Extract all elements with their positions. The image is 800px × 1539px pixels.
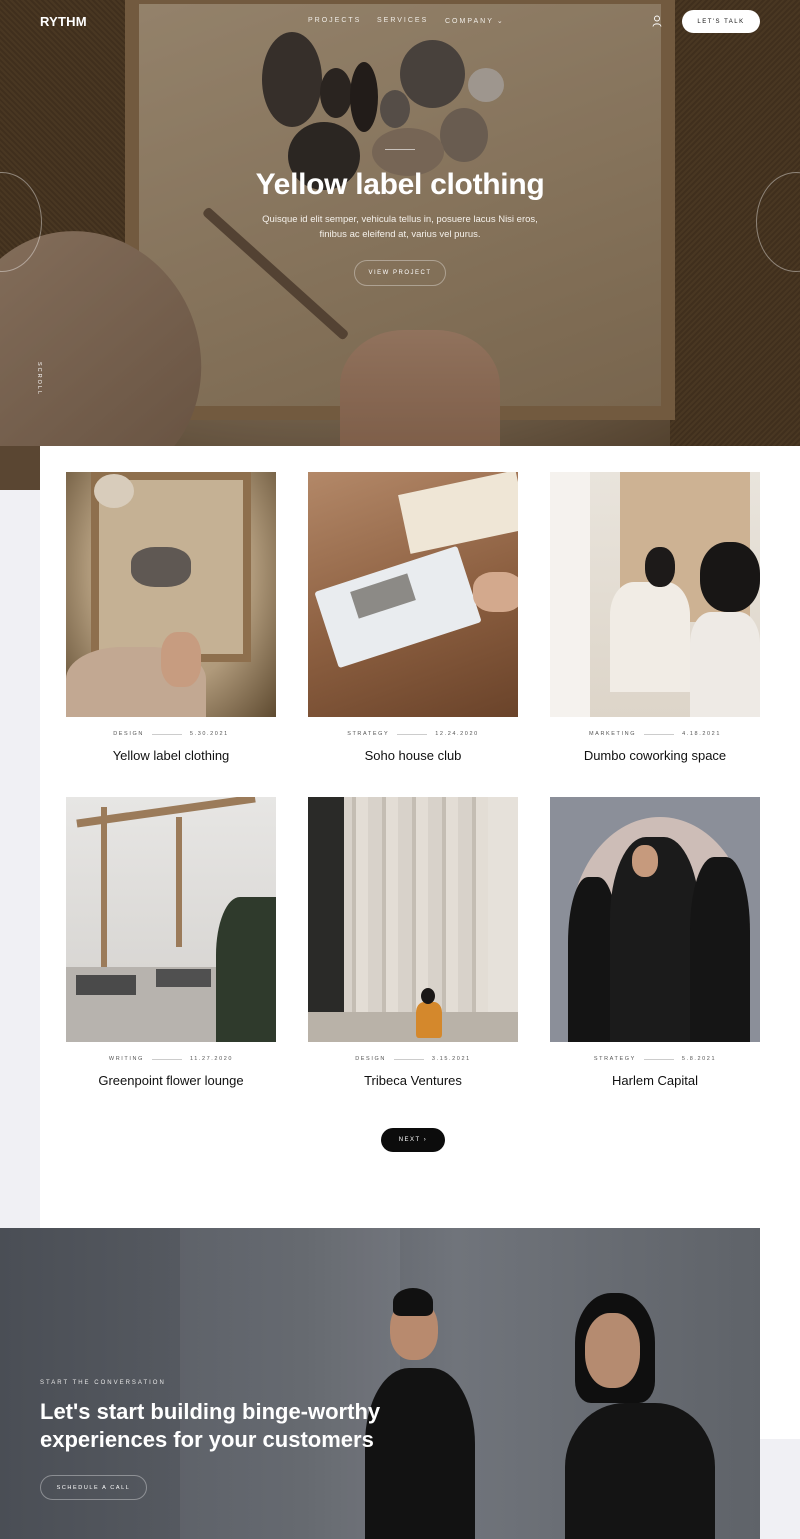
project-image[interactable]: [550, 797, 760, 1042]
meta-divider: [643, 1058, 674, 1060]
meta-divider: [151, 1058, 182, 1060]
scroll-indicator[interactable]: SCROLL: [36, 362, 42, 396]
nav-company-label: COMPANY: [445, 18, 494, 25]
project-date: 12.24.2020: [435, 731, 479, 737]
bottom-grey-panel: [760, 1439, 800, 1539]
project-date: 4.18.2021: [682, 731, 721, 737]
project-category: DESIGN: [113, 731, 144, 737]
project-title[interactable]: Dumbo coworking space: [550, 748, 760, 763]
project-image[interactable]: [550, 472, 760, 717]
project-title[interactable]: Tribeca Ventures: [308, 1073, 518, 1088]
nav-projects[interactable]: PROJECTS: [308, 17, 361, 24]
project-image[interactable]: [66, 797, 276, 1042]
logo[interactable]: RYTHM: [40, 14, 87, 29]
hero-divider: [385, 149, 415, 150]
meta-divider: [393, 1058, 424, 1060]
nav-services[interactable]: SERVICES: [377, 17, 428, 24]
project-date: 5.30.2021: [189, 731, 229, 737]
top-nav: RYTHM PROJECTS SERVICES COMPANY ⌄ LET'S T…: [0, 0, 800, 44]
cta-person-right: [565, 1293, 715, 1539]
project-meta: DESIGN 3.15.2021: [308, 1056, 518, 1062]
project-meta: MARKETING 4.18.2021: [550, 731, 760, 737]
project-category: STRATEGY: [593, 1056, 636, 1062]
project-card[interactable]: STRATEGY 5.8.2021 Harlem Capital: [550, 797, 760, 1088]
project-date: 5.8.2021: [681, 1056, 717, 1062]
project-card[interactable]: DESIGN 3.15.2021 Tribeca Ventures: [308, 797, 518, 1088]
project-card[interactable]: DESIGN 5.30.2021 Yellow label clothing: [66, 472, 276, 763]
project-date: 11.27.2020: [189, 1056, 234, 1062]
next-page-button[interactable]: NEXT ›: [381, 1128, 445, 1152]
hero-subtitle: Quisque id elit semper, vehicula tellus …: [262, 214, 538, 240]
lets-talk-button[interactable]: LET'S TALK: [682, 10, 760, 33]
project-category: DESIGN: [355, 1056, 386, 1062]
project-meta: DESIGN 5.30.2021: [66, 731, 276, 737]
cta-title: Let's start building binge-worthy experi…: [40, 1399, 381, 1452]
project-title[interactable]: Harlem Capital: [550, 1073, 760, 1088]
project-category: WRITING: [108, 1056, 144, 1062]
project-image[interactable]: [66, 472, 276, 717]
project-category: STRATEGY: [347, 731, 390, 737]
cta-kicker: START THE CONVERSATION: [40, 1380, 166, 1386]
project-category: MARKETING: [589, 731, 637, 737]
project-image[interactable]: [308, 472, 518, 717]
side-grey-panel: [0, 490, 40, 1228]
chevron-down-icon: ⌄: [496, 18, 505, 25]
hero-title: Yellow label clothing: [255, 168, 545, 201]
project-image[interactable]: [308, 797, 518, 1042]
meta-divider: [644, 733, 675, 735]
project-date: 3.15.2021: [431, 1056, 471, 1062]
nav-company[interactable]: COMPANY ⌄: [445, 17, 505, 25]
meta-divider: [151, 733, 182, 735]
project-card[interactable]: STRATEGY 12.24.2020 Soho house club: [308, 472, 518, 763]
project-meta: WRITING 11.27.2020: [66, 1056, 276, 1062]
project-title[interactable]: Greenpoint flower lounge: [66, 1073, 276, 1088]
side-strip: [0, 446, 40, 490]
project-meta: STRATEGY 12.24.2020: [308, 731, 518, 737]
project-title[interactable]: Yellow label clothing: [66, 748, 276, 763]
project-meta: STRATEGY 5.8.2021: [550, 1056, 760, 1062]
project-title[interactable]: Soho house club: [308, 748, 518, 763]
meta-divider: [397, 733, 428, 735]
view-project-button[interactable]: VIEW PROJECT: [354, 260, 446, 286]
schedule-call-button[interactable]: SCHEDULE A CALL: [40, 1475, 147, 1500]
user-icon[interactable]: [652, 15, 662, 27]
project-card[interactable]: MARKETING 4.18.2021 Dumbo coworking space: [550, 472, 760, 763]
project-card[interactable]: WRITING 11.27.2020 Greenpoint flower loun…: [66, 797, 276, 1088]
